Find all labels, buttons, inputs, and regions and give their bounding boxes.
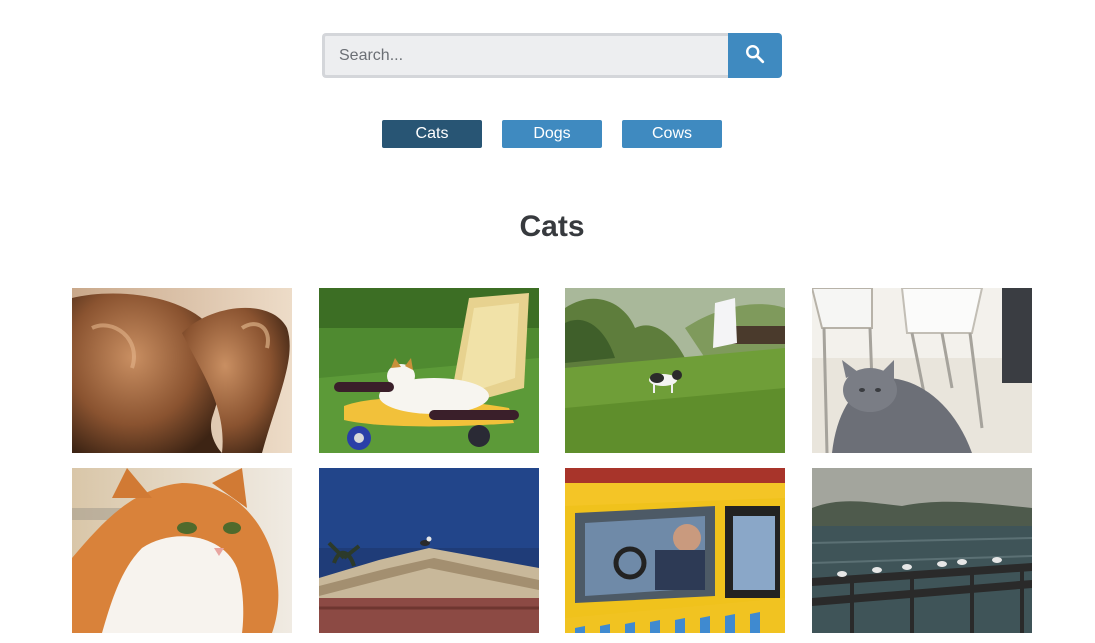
search-input[interactable] bbox=[322, 33, 728, 78]
tab-cats[interactable]: Cats bbox=[382, 120, 482, 148]
search-button[interactable] bbox=[728, 33, 782, 78]
photo-grey-cat-under-chairs[interactable] bbox=[811, 288, 1032, 453]
photo-seagulls-waterfront[interactable] bbox=[811, 468, 1032, 633]
page: Cats Dogs Cows Cats bbox=[0, 0, 1095, 643]
photo-bird-on-roof[interactable] bbox=[318, 468, 539, 633]
section-title: Cats bbox=[519, 210, 585, 243]
tab-cows[interactable]: Cows bbox=[622, 120, 722, 148]
photo-orange-cat-portrait[interactable] bbox=[72, 468, 292, 633]
tab-dogs[interactable]: Dogs bbox=[502, 120, 602, 148]
photo-cat-on-scooter[interactable] bbox=[318, 288, 539, 453]
photo-grid bbox=[72, 288, 1032, 633]
category-tabs: Cats Dogs Cows bbox=[382, 120, 722, 148]
photo-cat-on-lawn[interactable] bbox=[565, 288, 785, 453]
photo-taxi[interactable] bbox=[565, 468, 785, 633]
photo-bronze-statues[interactable] bbox=[72, 288, 292, 453]
search-icon bbox=[744, 43, 766, 68]
search-bar bbox=[322, 33, 782, 78]
